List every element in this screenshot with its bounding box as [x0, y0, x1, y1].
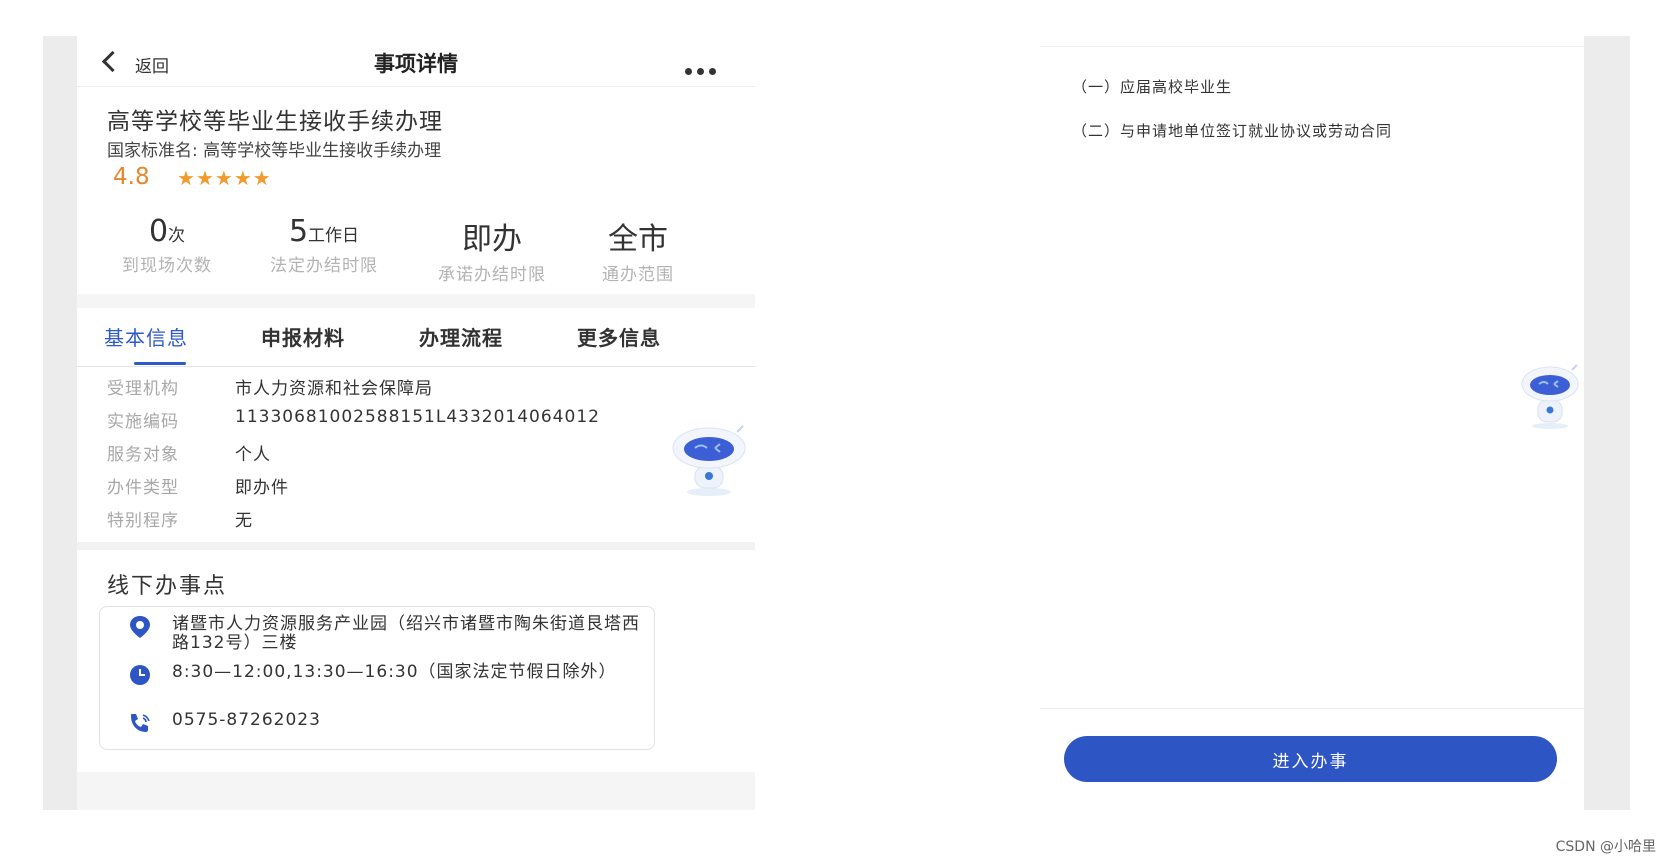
info-row: 特别程序 无: [107, 506, 747, 539]
bottom-divider: [1040, 708, 1584, 709]
assistant-robot-icon[interactable]: [667, 424, 751, 502]
requirement-item: （一）应届高校毕业生: [1072, 78, 1233, 96]
stat-unit: 次: [168, 226, 186, 246]
info-value: 无: [235, 511, 253, 531]
tab-more-info[interactable]: 更多信息: [577, 322, 661, 351]
stat-value: 0: [148, 214, 169, 249]
phone-icon: [131, 714, 150, 732]
more-icon[interactable]: [685, 60, 725, 75]
stat-value: 全市: [608, 222, 668, 257]
assistant-robot-icon[interactable]: [1518, 364, 1582, 434]
stat-label: 承诺办结时限: [438, 265, 546, 285]
watermark: CSDN @小哈里: [1555, 839, 1656, 855]
location-pin-icon: [130, 616, 150, 638]
page-title: 事项详情: [374, 52, 458, 76]
top-divider: [1040, 46, 1584, 47]
star-icon: ★: [233, 166, 253, 190]
enter-service-button[interactable]: 进入办事: [1064, 736, 1557, 782]
rating-score: 4.8: [113, 164, 150, 190]
conditions-screen: （一）应届高校毕业生 （二）与申请地单位签订就业协议或劳动合同 进入办事: [1040, 36, 1584, 810]
stat-legal-limit: 5工作日 法定办结时限: [249, 214, 399, 276]
tab-basic-info[interactable]: 基本信息: [104, 322, 188, 351]
info-row: 服务对象 个人: [107, 440, 747, 473]
star-icon: ★: [195, 166, 215, 190]
stat-label: 通办范围: [602, 265, 674, 285]
star-icon: ★: [177, 166, 196, 190]
info-value: 即办件: [235, 478, 289, 498]
active-tab-indicator: [134, 362, 186, 365]
stat-label: 到现场次数: [122, 256, 212, 276]
star-icon: ★: [214, 166, 234, 190]
offline-location-card: 诸暨市人力资源服务产业园（绍兴市诸暨市陶朱街道艮塔西路132号）三楼 8:30—…: [99, 606, 655, 750]
stat-label: 法定办结时限: [270, 256, 378, 276]
info-value: 11330681002588151L4332014064012: [235, 407, 600, 427]
phone-text: 0575-87262023: [172, 710, 321, 730]
service-detail-screen: 返回 事项详情 高等学校等毕业生接收手续办理 国家标准名: 高等学校等毕业生接收…: [77, 36, 755, 810]
star-icon: ★: [252, 166, 272, 190]
info-label: 办件类型: [107, 478, 179, 498]
info-value: 个人: [235, 445, 271, 465]
clock-icon: [130, 665, 150, 685]
rating-stars: ★★★★★: [177, 166, 272, 190]
address-text: 诸暨市人力资源服务产业园（绍兴市诸暨市陶朱街道艮塔西路132号）三楼: [172, 614, 640, 653]
info-label: 服务对象: [107, 445, 179, 465]
stat-visits: 0次 到现场次数: [107, 214, 227, 276]
stat-scope: 全市 通办范围: [583, 214, 693, 285]
info-label: 特别程序: [107, 511, 179, 531]
stat-unit: 工作日: [308, 226, 360, 246]
stat-value: 5: [288, 214, 309, 249]
hours-text: 8:30—12:00,13:30—16:30（国家法定节假日除外）: [172, 662, 617, 682]
requirement-item: （二）与申请地单位签订就业协议或劳动合同: [1072, 122, 1393, 140]
standard-name: 国家标准名: 高等学校等毕业生接收手续办理: [107, 141, 442, 161]
stat-value: 即办: [462, 222, 522, 257]
info-row: 受理机构 市人力资源和社会保障局: [107, 374, 747, 407]
section-divider: [77, 294, 755, 308]
tab-materials[interactable]: 申报材料: [261, 322, 345, 351]
basic-info-list: 受理机构 市人力资源和社会保障局 实施编码 11330681002588151L…: [107, 374, 747, 539]
section-divider: [77, 542, 755, 550]
bottom-divider: [77, 772, 755, 810]
stat-promise-limit: 即办 承诺办结时限: [417, 214, 567, 285]
info-label: 受理机构: [107, 379, 179, 399]
nav-bar: 返回 事项详情: [77, 36, 755, 87]
offline-section-title: 线下办事点: [107, 574, 228, 599]
info-row: 实施编码 11330681002588151L4332014064012: [107, 407, 747, 440]
stats-row: 0次 到现场次数 5工作日 法定办结时限 即办 承诺办结时限 全市 通办范围: [77, 214, 755, 294]
tab-process[interactable]: 办理流程: [419, 322, 503, 351]
service-title: 高等学校等毕业生接收手续办理: [107, 109, 443, 135]
info-row: 办件类型 即办件: [107, 473, 747, 506]
tab-bar: 基本信息 申报材料 办理流程 更多信息: [77, 308, 755, 367]
info-label: 实施编码: [107, 412, 179, 432]
info-value: 市人力资源和社会保障局: [235, 379, 433, 399]
